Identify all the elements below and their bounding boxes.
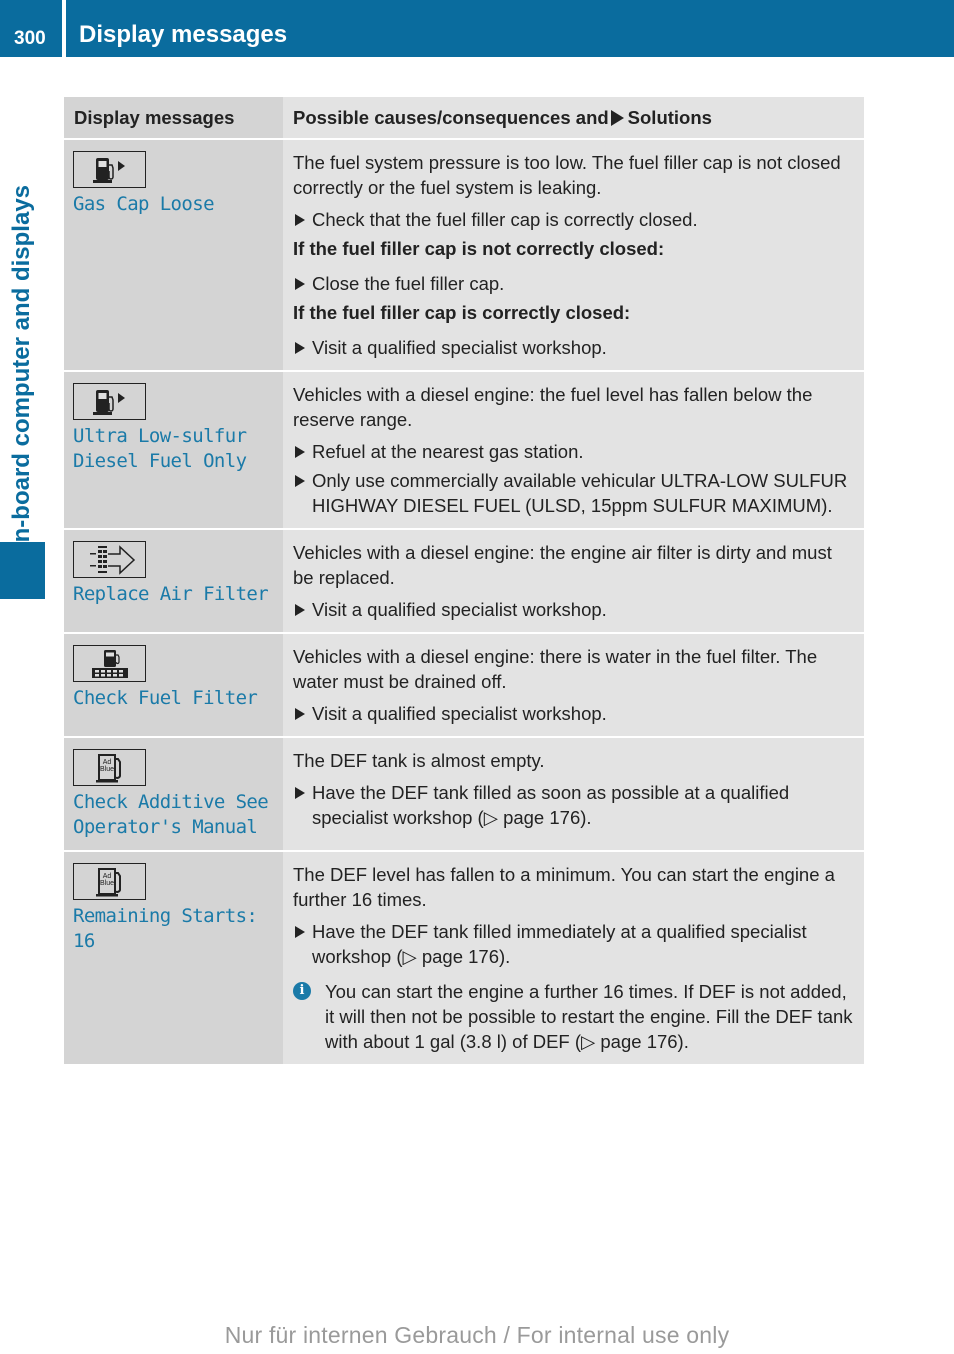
cause-description: The DEF level has fallen to a minimum. Y… xyxy=(293,864,835,910)
info-note-text: You can start the engine a further 16 ti… xyxy=(325,981,853,1052)
display-message-text: Ultra Low-sulfur Diesel Fuel Only xyxy=(73,425,247,472)
cause-description: Vehicles with a diesel engine: the fuel … xyxy=(293,384,813,430)
solution-cell: The DEF tank is almost empty. Have the DE… xyxy=(283,737,864,852)
display-message-text: Replace Air Filter xyxy=(73,583,269,605)
chapter-marker xyxy=(0,542,45,599)
solution-step: Visit a qualified specialist workshop. xyxy=(293,335,855,360)
solution-cell: Vehicles with a diesel engine: the engin… xyxy=(283,529,864,634)
table-row: Ultra Low-sulfur Diesel Fuel Only Vehicle… xyxy=(64,371,864,530)
solution-arrow-icon xyxy=(610,110,624,126)
solution-step: Visit a qualified specialist workshop. xyxy=(293,597,855,622)
solution-step: Refuel at the nearest gas station. xyxy=(293,439,855,464)
fuel-pump-arrow-icon xyxy=(73,383,146,420)
table-row: Ad Blue Check Additive See Operator's Manu… xyxy=(64,737,864,852)
cause-description: Vehicles with a diesel engine: the engin… xyxy=(293,542,832,588)
solution-cell: The fuel system pressure is too low. The… xyxy=(283,139,864,372)
page-title: Display messages xyxy=(79,21,288,48)
chapter-side-tab: On-board computer and displays xyxy=(0,57,45,599)
page-header: 300 Display messages xyxy=(0,0,954,57)
fuel-pump-arrow-icon xyxy=(73,151,146,188)
display-message-cell: Check Fuel Filter xyxy=(64,633,283,738)
cause-description: The DEF tank is almost empty. xyxy=(293,750,545,771)
solution-step: Only use commercially available vehicula… xyxy=(293,468,855,518)
solution-step: Check that the fuel filler cap is correc… xyxy=(293,207,855,232)
column-header-solutions: Possible causes/consequences and Solution… xyxy=(283,97,864,140)
table-row: Ad Blue Remaining Starts: 16 The DEF level … xyxy=(64,851,864,1066)
internal-use-watermark: Nur für internen Gebrauch / For internal… xyxy=(224,1322,730,1348)
svg-text:Ad: Ad xyxy=(102,873,111,880)
table-header-row: Display messages Possible causes/consequ… xyxy=(64,97,864,140)
display-message-cell: Ad Blue Remaining Starts: 16 xyxy=(64,851,283,1066)
svg-text:Blue: Blue xyxy=(99,880,113,887)
display-message-text: Check Fuel Filter xyxy=(73,687,258,709)
chapter-label: On-board computer and displays xyxy=(8,184,35,562)
display-message-cell: Ad Blue Check Additive See Operator's Manu… xyxy=(64,737,283,852)
solution-step: Have the DEF tank filled immediately at … xyxy=(293,919,855,969)
info-note: i You can start the engine a further 16 t… xyxy=(293,979,855,1054)
display-messages-table: Display messages Possible causes/consequ… xyxy=(64,97,864,1066)
condition-heading: If the fuel filler cap is not correctly … xyxy=(293,238,665,259)
solution-cell: The DEF level has fallen to a minimum. Y… xyxy=(283,851,864,1066)
column-header-solutions-suffix: Solutions xyxy=(627,107,712,128)
fuel-filter-icon xyxy=(73,645,146,682)
table-row: Check Fuel Filter Vehicles with a diesel … xyxy=(64,633,864,738)
display-message-text: Gas Cap Loose xyxy=(73,193,215,215)
svg-text:Ad: Ad xyxy=(102,759,111,766)
solution-step: Visit a qualified specialist workshop. xyxy=(293,701,855,726)
solution-cell: Vehicles with a diesel engine: there is … xyxy=(283,633,864,738)
adblue-pump-icon: Ad Blue xyxy=(73,863,146,900)
cause-description: The fuel system pressure is too low. The… xyxy=(293,152,841,198)
column-header-messages: Display messages xyxy=(64,97,283,140)
display-message-cell: Gas Cap Loose xyxy=(64,139,283,372)
air-filter-icon xyxy=(73,541,146,578)
cause-description: Vehicles with a diesel engine: there is … xyxy=(293,646,818,692)
chapter-label-wrap: On-board computer and displays xyxy=(0,57,45,561)
table-row: Replace Air Filter Vehicles with a diesel… xyxy=(64,529,864,634)
column-header-solutions-prefix: Possible causes/consequences and xyxy=(293,107,609,128)
display-message-text: Remaining Starts: 16 xyxy=(73,905,258,952)
display-message-text: Check Additive See Operator's Manual xyxy=(73,791,269,838)
info-icon: i xyxy=(293,982,311,1000)
solution-cell: Vehicles with a diesel engine: the fuel … xyxy=(283,371,864,530)
table-row: Gas Cap Loose The fuel system pressure is… xyxy=(64,139,864,372)
solution-step: Have the DEF tank filled as soon as poss… xyxy=(293,780,855,830)
header-divider xyxy=(62,0,66,57)
condition-heading: If the fuel filler cap is correctly clos… xyxy=(293,302,631,323)
display-message-cell: Replace Air Filter xyxy=(64,529,283,634)
solution-step: Close the fuel filler cap. xyxy=(293,271,855,296)
adblue-pump-icon: Ad Blue xyxy=(73,749,146,786)
display-message-cell: Ultra Low-sulfur Diesel Fuel Only xyxy=(64,371,283,530)
page-number: 300 xyxy=(14,28,46,49)
svg-text:Blue: Blue xyxy=(99,766,113,773)
